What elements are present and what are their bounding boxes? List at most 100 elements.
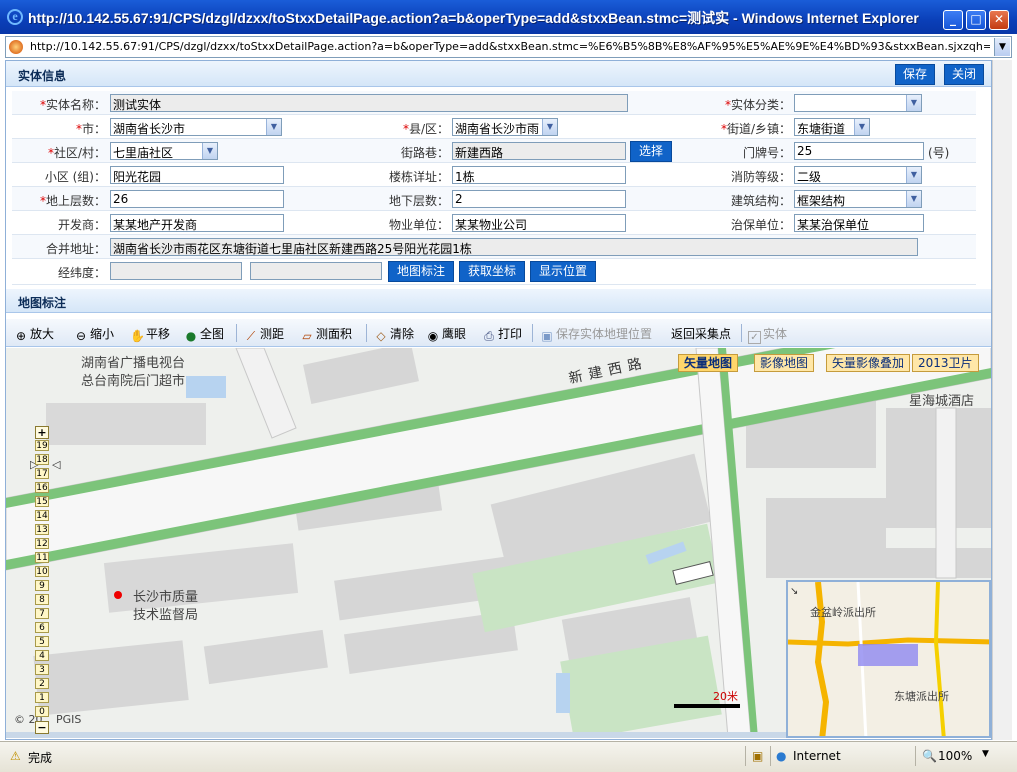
zoom-level-11[interactable]: 11 [35, 552, 49, 564]
zoom-level-7[interactable]: 7 [35, 608, 49, 620]
map-section-header: 地图标注 [6, 289, 991, 313]
close-window-button[interactable]: ✕ [989, 10, 1009, 30]
lock-icon: ▣ [752, 749, 764, 763]
measure-distance-tool[interactable]: ⟋ 测距 [244, 325, 284, 343]
entity-category-select[interactable]: ▼ [794, 94, 922, 112]
close-button[interactable]: 关闭 [944, 64, 985, 85]
category-label: *实体分类： [724, 98, 791, 112]
door-number-input[interactable]: 25 [794, 142, 924, 160]
group-input[interactable]: 阳光花园 [110, 166, 284, 184]
zoom-level-10[interactable]: 10 [35, 566, 49, 578]
road-input[interactable]: 新建西路 [452, 142, 626, 160]
zoom-level-2[interactable]: 2 [35, 678, 49, 690]
developer-input[interactable]: 某某地产开发商 [110, 214, 284, 232]
property-label: 物业单位： [388, 218, 449, 232]
layer-image-button[interactable]: 影像地图 [754, 354, 815, 372]
merged-address-input[interactable]: 湖南省长沙市雨花区东塘街道七里庙社区新建西路25号阳光花园1栋 [110, 238, 918, 256]
zoom-icon[interactable]: 🔍 [922, 749, 937, 763]
map-canvas[interactable]: 矢量地图 影像地图 矢量影像叠加 2013卫片 湖南省广播电视台 总台南院后门超… [6, 348, 991, 738]
save-geo-tool[interactable]: ▣ 保存实体地理位置 [540, 325, 652, 343]
entity-checkbox[interactable]: ✓ 实体 [748, 325, 787, 344]
zoom-level-17[interactable]: 17 [35, 468, 49, 480]
longitude-input[interactable] [110, 262, 242, 280]
zoom-level-14[interactable]: 14 [35, 510, 49, 522]
svg-text:↘: ↘ [790, 586, 798, 597]
street-label: *街道/乡镇： [720, 122, 791, 136]
zoom-level-4[interactable]: 4 [35, 650, 49, 662]
ruler-icon: ⟋ [246, 329, 256, 343]
show-position-button[interactable]: 显示位置 [530, 261, 597, 282]
zoom-level-3[interactable]: 3 [35, 664, 49, 676]
entity-name-input[interactable]: 测试实体 [110, 94, 628, 112]
zoom-minus-icon[interactable]: − [35, 721, 49, 734]
layer-vector-button[interactable]: 矢量地图 [678, 354, 739, 372]
overview-police-label: 东塘派出所 [894, 690, 949, 703]
structure-select[interactable]: 框架结构 ▼ [794, 190, 922, 208]
zoom-plus-icon[interactable]: + [35, 426, 49, 439]
get-coordinate-button[interactable]: 获取坐标 [459, 261, 526, 282]
window-title-bar[interactable]: e http://10.142.55.67:91/CPS/dzgl/dzxx/t… [0, 0, 1017, 34]
map-hotel-label: 星海城酒店 [909, 394, 975, 409]
address-dropdown-icon[interactable]: ▼ [994, 38, 1010, 56]
building-label: 楼栋详址： [388, 170, 449, 184]
zoom-level-15[interactable]: 15 [35, 496, 49, 508]
community-label: *社区/村： [47, 146, 106, 160]
measure-area-tool[interactable]: ▱ 测面积 [300, 325, 352, 343]
group-label: 小区 (组)： [44, 170, 106, 184]
property-input[interactable]: 某某物业公司 [452, 214, 626, 232]
vertical-scrollbar[interactable] [992, 60, 1012, 740]
maximize-button[interactable]: □ [966, 10, 986, 30]
pan-tool[interactable]: ✋平移 [130, 325, 170, 343]
security-label: 治保单位： [730, 218, 791, 232]
back-collect-tool[interactable]: 返回采集点 [671, 325, 731, 342]
map-poi-label: 湖南省广播电视台 [81, 356, 186, 371]
pan-right-icon[interactable]: ◁ [52, 458, 60, 471]
address-bar[interactable]: http://10.142.55.67:91/CPS/dzgl/dzxx/toS… [5, 36, 1012, 58]
address-url[interactable]: http://10.142.55.67:91/CPS/dzgl/dzxx/toS… [30, 40, 990, 53]
zoom-level-5[interactable]: 5 [35, 636, 49, 648]
zoom-level-18[interactable]: 18 [35, 454, 49, 466]
security-input[interactable]: 某某治保单位 [794, 214, 924, 232]
layer-overlay-button[interactable]: 矢量影像叠加 [826, 354, 911, 372]
printer-icon: ⎙ [484, 329, 494, 343]
floors-up-input[interactable]: 26 [110, 190, 284, 208]
zoom-level-8[interactable]: 8 [35, 594, 49, 606]
zoom-level-19[interactable]: 19 [35, 440, 49, 452]
city-select[interactable]: 湖南省长沙市 ▼ [110, 118, 282, 136]
window-title: http://10.142.55.67:91/CPS/dzgl/dzxx/toS… [28, 10, 919, 26]
floors-down-input[interactable]: 2 [452, 190, 626, 208]
chevron-down-icon[interactable]: ▼ [982, 749, 989, 759]
zoom-in-tool[interactable]: ⊕ 放大 [14, 325, 54, 343]
zoom-level-1[interactable]: 1 [35, 692, 49, 704]
chevron-down-icon: ▼ [854, 119, 869, 135]
print-tool[interactable]: ⎙ 打印 [482, 325, 522, 343]
save-button[interactable]: 保存 [895, 64, 936, 85]
zoom-out-tool[interactable]: ⊖ 缩小 [74, 325, 114, 343]
zoom-level-16[interactable]: 16 [35, 482, 49, 494]
zoom-level-12[interactable]: 12 [35, 538, 49, 550]
zoom-level-0[interactable]: 0 [35, 706, 49, 718]
minimize-button[interactable]: _ [943, 10, 963, 30]
community-select[interactable]: 七里庙社区 ▼ [110, 142, 218, 160]
map-poi-label: 长沙市质量 [133, 590, 199, 605]
building-input[interactable]: 1栋 [452, 166, 626, 184]
latitude-input[interactable] [250, 262, 382, 280]
clear-tool[interactable]: ◇ 清除 [374, 325, 414, 343]
address-label: 合并地址： [45, 242, 106, 256]
select-road-button[interactable]: 选择 [630, 141, 673, 162]
overview-map[interactable]: ↘ 金盆岭派出所 东塘派出所 [786, 580, 991, 738]
zoom-level-9[interactable]: 9 [35, 580, 49, 592]
zoom-level-text[interactable]: 100% [938, 749, 972, 763]
map-mark-button[interactable]: 地图标注 [388, 261, 455, 282]
layer-2013-button[interactable]: 2013卫片 [912, 354, 979, 372]
zoom-level-6[interactable]: 6 [35, 622, 49, 634]
zoom-level-13[interactable]: 13 [35, 524, 49, 536]
street-select[interactable]: 东塘街道 ▼ [794, 118, 870, 136]
developer-label: 开发商： [57, 218, 106, 232]
full-extent-tool[interactable]: ● 全图 [184, 325, 224, 343]
floors-up-label: *地上层数： [39, 194, 106, 208]
fire-level-select[interactable]: 二级 ▼ [794, 166, 922, 184]
polygon-icon: ▱ [302, 329, 312, 343]
eagle-eye-tool[interactable]: ◉ 鹰眼 [426, 325, 466, 343]
county-select[interactable]: 湖南省长沙市雨 ▼ [452, 118, 558, 136]
